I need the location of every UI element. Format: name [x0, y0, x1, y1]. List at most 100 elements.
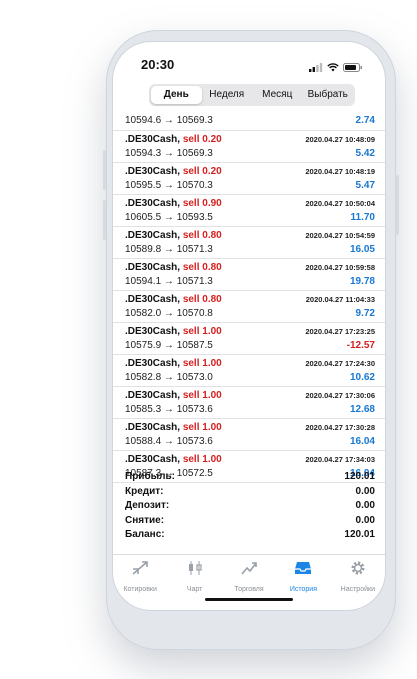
deal-title: .DE30Cash, sell 0.80	[125, 230, 222, 241]
deal-prices: 10594.1 → 10571.3	[125, 276, 213, 287]
deal-prices: 10588.4 → 10573.6	[125, 436, 213, 447]
wifi-icon	[327, 59, 339, 77]
deal-symbol: .DE30Cash,	[125, 198, 181, 209]
list-item[interactable]: .DE30Cash, sell 1.00 2020.04.27 17:23:25 1…	[113, 323, 385, 355]
settings-icon	[331, 560, 385, 576]
list-item[interactable]: .DE30Cash, sell 1.00 2020.04.27 17:30:06 1…	[113, 387, 385, 419]
bottom-tab-bar: Котировки Чарт Торговля История Настройки	[113, 554, 385, 593]
deal-symbol: .DE30Cash,	[125, 358, 181, 369]
tab-label: Котировки	[123, 586, 157, 593]
deal-title: .DE30Cash, sell 1.00	[125, 390, 222, 401]
status-time: 20:30	[141, 57, 175, 72]
list-item[interactable]: .DE30Cash, sell 0.80 2020.04.27 11:04:33 1…	[113, 291, 385, 323]
battery-icon	[343, 59, 363, 77]
deal-symbol: .DE30Cash,	[125, 294, 181, 305]
summary-row: Баланс: 120.01	[113, 528, 385, 543]
summary-value: 0.00	[355, 500, 375, 511]
deal-prices: 10582.8 → 10573.0	[125, 372, 213, 383]
summary-row: Кредит: 0.00	[113, 485, 385, 500]
tab-label: Торговля	[234, 586, 264, 593]
list-item[interactable]: .DE30Cash, sell 0.90 2020.04.27 10:50:04 1…	[113, 195, 385, 227]
deal-title: .DE30Cash, sell 0.20	[125, 134, 222, 145]
deal-date: 2020.04.27 17:23:25	[305, 327, 375, 336]
deal-action: sell 0.80	[182, 294, 222, 305]
deal-date: 2020.04.27 17:30:06	[305, 391, 375, 400]
summary-row: Депозит: 0.00	[113, 499, 385, 514]
deal-title: .DE30Cash, sell 1.00	[125, 358, 222, 369]
deal-date: 2020.04.27 10:48:09	[305, 135, 375, 144]
list-item[interactable]: .DE30Cash, sell 1.00 2020.04.27 17:24:30 1…	[113, 355, 385, 387]
deal-date: 2020.04.27 17:24:30	[305, 359, 375, 368]
summary-label: Баланс:	[125, 529, 165, 540]
deal-action: sell 0.80	[182, 230, 222, 241]
deal-action: sell 0.20	[182, 166, 222, 177]
home-indicator	[205, 598, 293, 601]
deal-profit: 11.70	[350, 212, 375, 223]
summary-panel: Прибыль: 120.01 Кредит: 0.00 Депозит: 0.00 Сня…	[113, 470, 385, 543]
deal-symbol: .DE30Cash,	[125, 390, 181, 401]
tab-label: История	[289, 586, 317, 593]
deal-profit: 9.72	[355, 308, 375, 319]
list-item[interactable]: .DE30Cash, sell 0.20 2020.04.27 10:48:19 1…	[113, 163, 385, 195]
period-tab[interactable]: День	[151, 86, 202, 104]
deal-date: 2020.04.27 10:48:19	[305, 167, 375, 176]
deal-title: .DE30Cash, sell 0.80	[125, 262, 222, 273]
tab-label: Чарт	[186, 586, 203, 593]
deal-symbol: .DE30Cash,	[125, 422, 181, 433]
side-button	[103, 200, 106, 240]
deal-prices: 10594.6 → 10569.3	[125, 115, 213, 126]
deal-prices: 10582.0 → 10570.8	[125, 308, 213, 319]
list-item[interactable]: .DE30Cash, sell 0.80 2020.04.27 10:54:59 1…	[113, 227, 385, 259]
trade-icon	[222, 560, 276, 576]
deal-prices: 10594.3 → 10569.3	[125, 148, 213, 159]
summary-value: 0.00	[355, 514, 375, 526]
list-item[interactable]: .DE30Cash, sell 0.80 2020.04.27 10:59:58 1…	[113, 259, 385, 291]
status-bar: 20:30	[113, 42, 385, 82]
deal-date: 2020.04.27 10:54:59	[305, 231, 375, 240]
tab-settings[interactable]: Настройки	[331, 555, 385, 593]
deal-action: sell 1.00	[182, 390, 222, 401]
tab-history[interactable]: История	[276, 555, 330, 593]
list-item[interactable]: 10594.6 → 10569.3 2.74	[113, 111, 385, 131]
deal-action: sell 1.00	[182, 326, 222, 337]
history-icon	[276, 560, 330, 576]
deal-date: 2020.04.27 11:04:33	[305, 295, 375, 304]
deal-profit: -12.57	[346, 340, 375, 351]
deal-symbol: .DE30Cash,	[125, 326, 181, 337]
tab-quotes[interactable]: Котировки	[113, 555, 167, 593]
deal-profit: 12.68	[349, 404, 375, 415]
deal-action: sell 0.80	[182, 262, 222, 273]
summary-label: Прибыль:	[125, 471, 175, 482]
deal-title: .DE30Cash, sell 0.20	[125, 166, 222, 177]
tab-trade[interactable]: Торговля	[222, 555, 276, 593]
summary-row: Прибыль: 120.01	[113, 470, 385, 485]
deal-date: 2020.04.27 10:59:58	[305, 263, 375, 272]
deal-title: .DE30Cash, sell 0.90	[125, 198, 222, 209]
period-tab[interactable]: Выбрать	[303, 86, 354, 104]
tab-label: Настройки	[340, 586, 375, 593]
deal-list: 10594.6 → 10569.3 2.74 .DE30Cash, sell 0…	[113, 111, 385, 483]
deal-symbol: .DE30Cash,	[125, 166, 181, 177]
deal-profit: 16.05	[349, 244, 375, 255]
deal-title: .DE30Cash, sell 1.00	[125, 326, 222, 337]
deal-action: sell 0.90	[182, 198, 222, 209]
side-button	[103, 150, 106, 190]
summary-label: Депозит:	[125, 500, 170, 511]
deal-title: .DE30Cash, sell 1.00	[125, 454, 222, 465]
deal-symbol: .DE30Cash,	[125, 134, 181, 145]
period-tab[interactable]: Месяц	[252, 86, 303, 104]
summary-value: 120.01	[344, 529, 375, 540]
tab-chart[interactable]: Чарт	[167, 555, 221, 593]
period-selector: День Неделя Месяц Выбрать	[149, 84, 355, 106]
summary-label: Снятие:	[125, 514, 165, 526]
deal-symbol: .DE30Cash,	[125, 262, 181, 273]
list-item[interactable]: .DE30Cash, sell 1.00 2020.04.27 17:30:28 1…	[113, 419, 385, 451]
deal-action: sell 0.20	[182, 134, 222, 145]
deal-title: .DE30Cash, sell 1.00	[125, 422, 222, 433]
deal-profit: 10.62	[349, 372, 375, 383]
list-item[interactable]: .DE30Cash, sell 0.20 2020.04.27 10:48:09 1…	[113, 131, 385, 163]
deal-title: .DE30Cash, sell 0.80	[125, 294, 222, 305]
period-tab[interactable]: Неделя	[202, 86, 253, 104]
deal-profit: 5.47	[355, 180, 375, 191]
deal-date: 2020.04.27 17:30:28	[305, 423, 375, 432]
